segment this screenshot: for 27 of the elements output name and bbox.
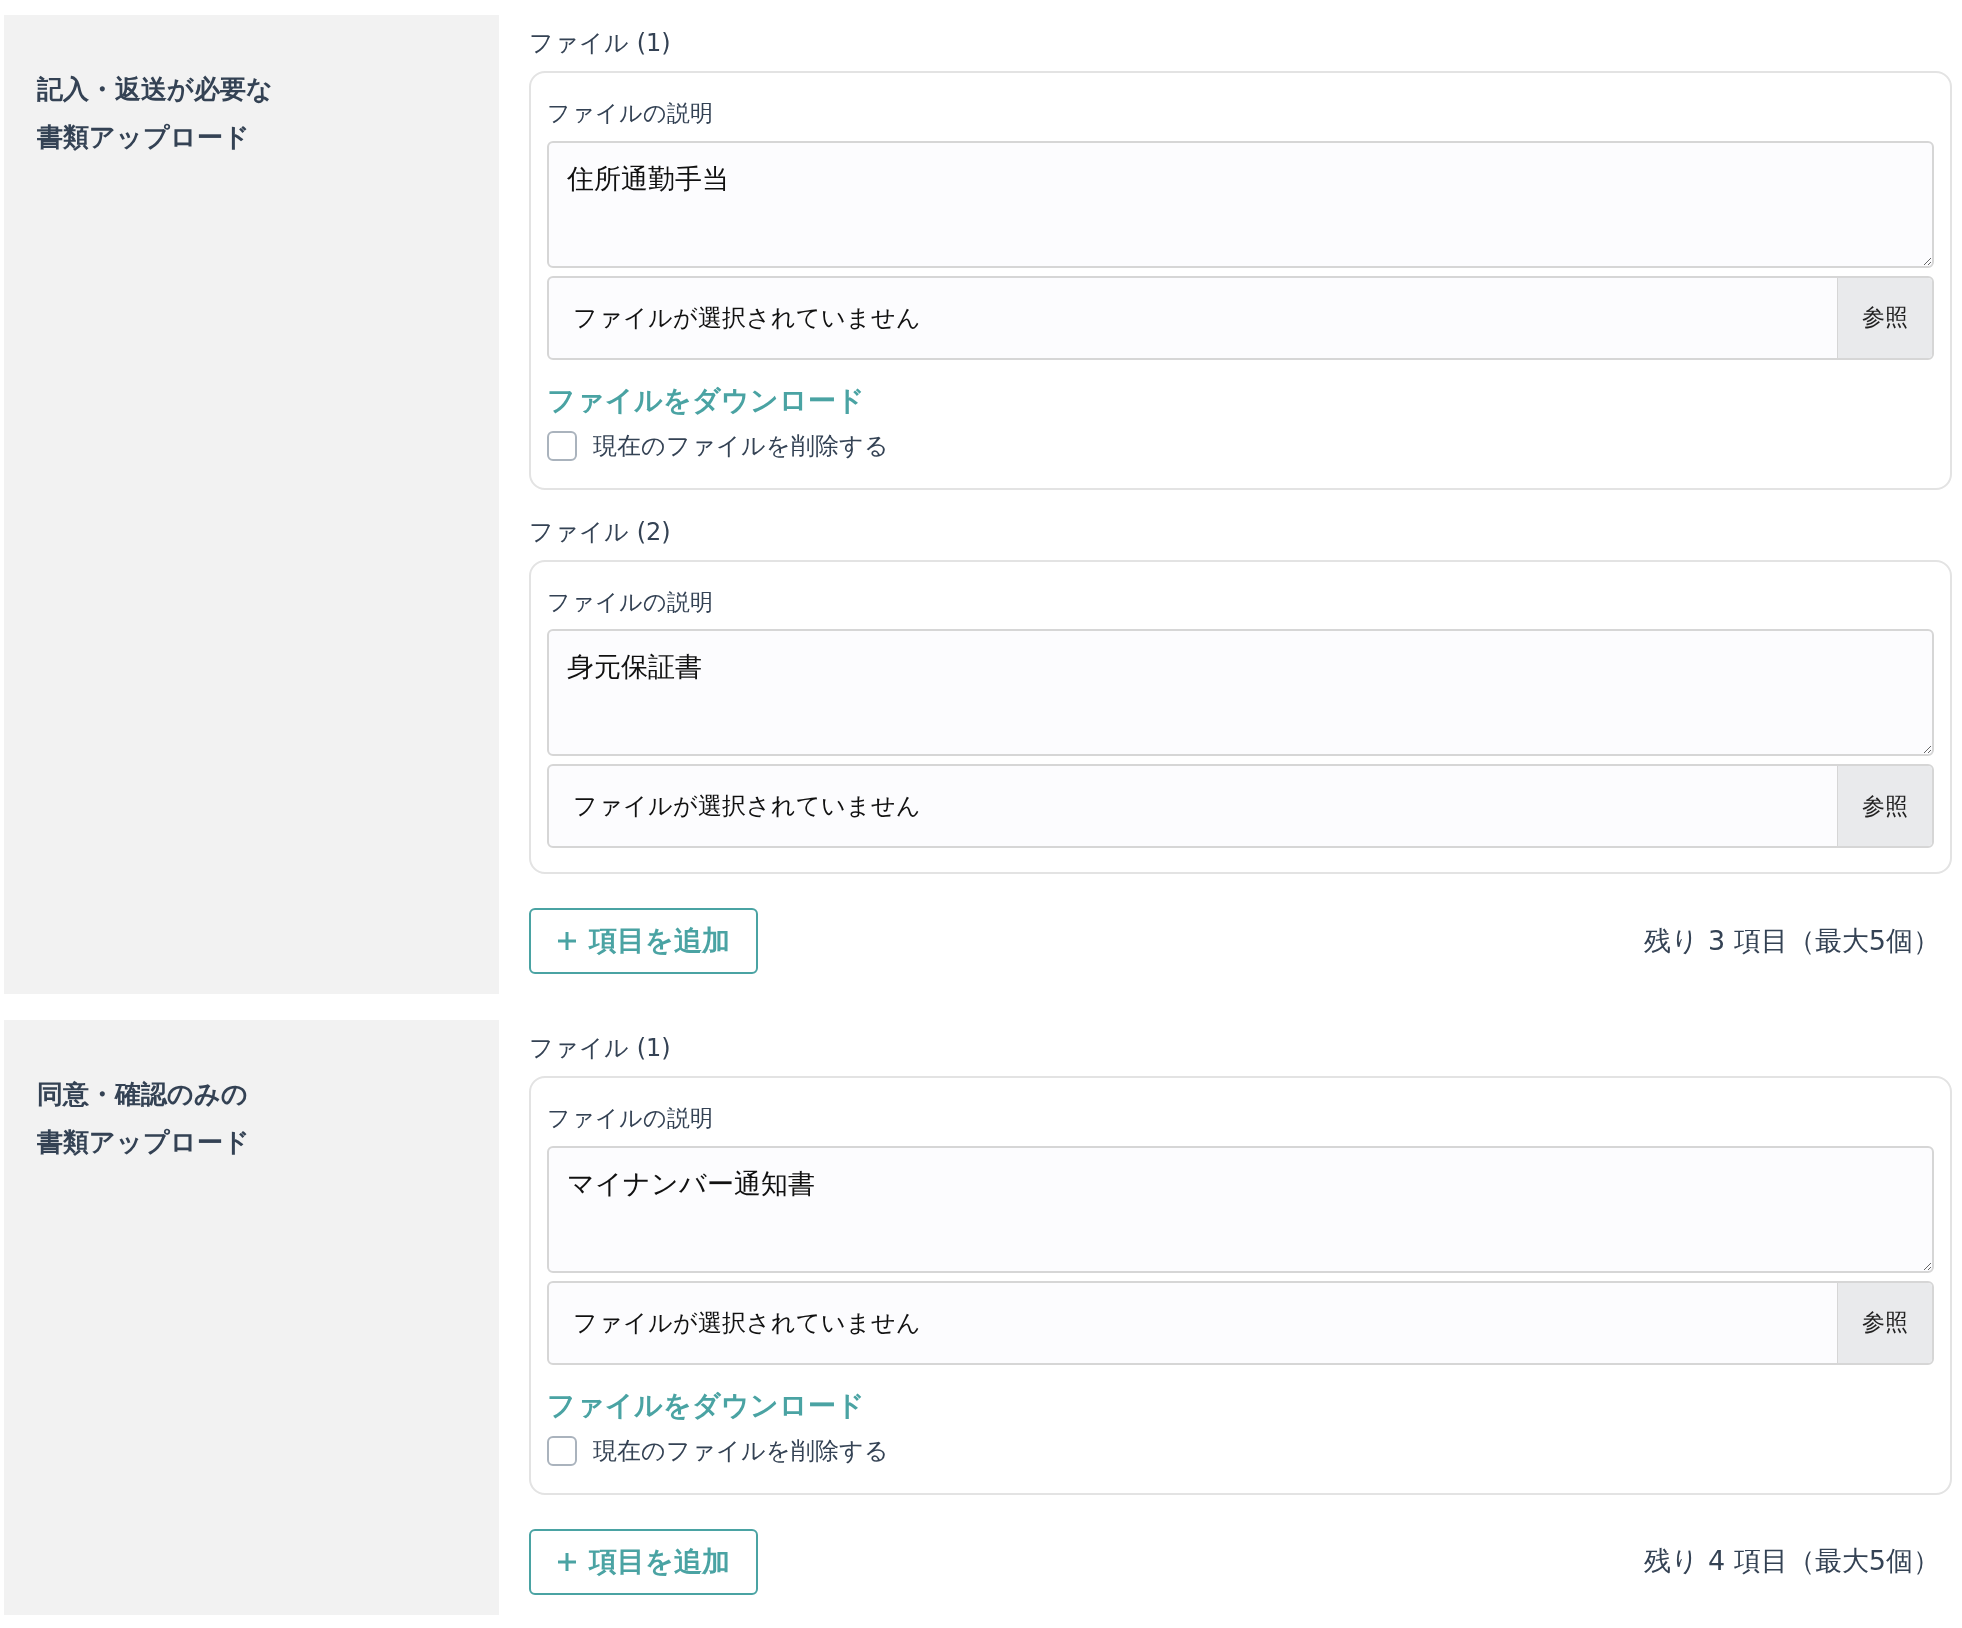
section-title: 書類アップロード: [37, 122, 250, 152]
description-label: ファイルの説明: [547, 587, 713, 617]
browse-button[interactable]: 参照: [1837, 277, 1932, 358]
delete-checkbox[interactable]: [547, 1435, 577, 1466]
checkbox-label: 現在のファイルを削除する: [593, 1435, 889, 1467]
description-field[interactable]: 住所通勤手当: [547, 140, 1934, 268]
file-input[interactable]: ファイルが選択されていません 参照: [547, 1280, 1934, 1365]
remaining-count: 残り 4 項目（最大5個）: [1644, 1544, 1941, 1579]
description-label: ファイルの説明: [547, 1104, 713, 1133]
remaining-count: 残り 3 項目（最大5個）: [1644, 923, 1941, 958]
section-title: 記入・返送が必要な: [37, 74, 273, 104]
section-title: 同意・確認のみの: [37, 1079, 248, 1109]
plus-icon: [557, 931, 577, 951]
browse-button[interactable]: 参照: [1837, 766, 1932, 846]
file-label: ファイル (1): [529, 28, 671, 59]
checkbox-label: 現在のファイルを削除する: [593, 430, 889, 462]
delete-checkbox[interactable]: [547, 430, 577, 461]
section-title: 書類アップロード: [37, 1127, 250, 1157]
file-label: ファイル (2): [529, 516, 671, 548]
file-input[interactable]: ファイルが選択されていません 参照: [547, 275, 1934, 360]
description-field[interactable]: マイナンバー通知書: [547, 1145, 1934, 1273]
description-label: ファイルの説明: [547, 99, 713, 128]
browse-button[interactable]: 参照: [1837, 1282, 1932, 1363]
description-field[interactable]: 身元保証書: [547, 629, 1934, 756]
plus-icon: [557, 1551, 577, 1572]
file-label: ファイル (1): [529, 1033, 671, 1064]
file-input[interactable]: ファイルが選択されていません 参照: [547, 764, 1934, 848]
